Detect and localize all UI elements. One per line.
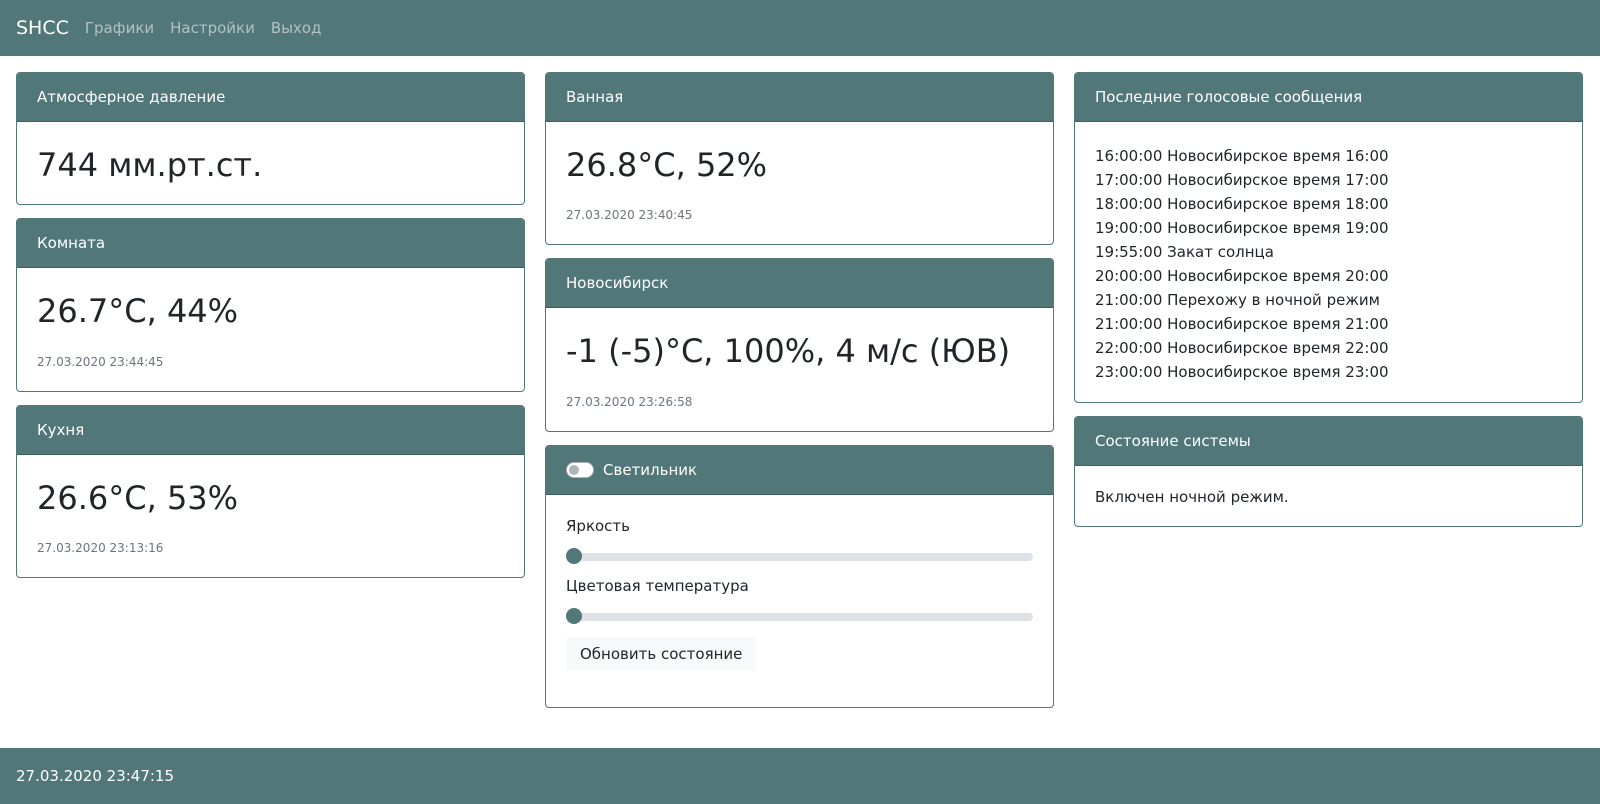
voice-message-item: 23:00:00 Новосибирское время 23:00 [1095,363,1389,381]
lamp-card-title: Светильник [603,460,698,479]
pressure-card: Атмосферное давление 744 мм.рт.ст. [16,72,525,206]
voice-message-item: 19:00:00 Новосибирское время 19:00 [1095,219,1389,237]
nav-link-settings[interactable]: Настройки [162,19,263,37]
voice-message-item: 19:55:00 Закат солнца [1095,243,1274,261]
room-timestamp: 27.03.2020 23:44:45 [37,354,164,369]
room-card-title: Комната [17,219,524,269]
column-middle: Ванная 26.8°C, 52% 27.03.2020 23:40:45 Н… [545,72,1054,708]
brand-link[interactable]: SHCC [16,17,69,39]
voice-message-item: 21:00:00 Новосибирское время 21:00 [1095,315,1389,333]
voice-messages-title: Последние голосовые сообщения [1075,73,1582,122]
color-temperature-label: Цветовая температура [566,576,749,595]
pressure-card-title: Атмосферное давление [17,73,524,122]
novosibirsk-value: -1 (-5)°C, 100%, 4 м/с (ЮВ) [566,332,1011,371]
voice-message-item: 16:00:00 Новосибирское время 16:00 [1095,147,1389,165]
lamp-toggle-switch[interactable] [566,461,594,478]
system-state-text: Включен ночной режим. [1095,488,1289,506]
bathroom-value: 26.8°C, 52% [566,146,768,184]
toggle-knob [569,464,579,475]
voice-message-item: 17:00:00 Новосибирское время 17:00 [1095,171,1389,189]
lamp-card-header: Светильник [546,445,1053,495]
kitchen-value: 26.6°C, 53% [37,478,239,517]
bathroom-card: Ванная 26.8°C, 52% 27.03.2020 23:40:45 [545,72,1054,246]
voice-message-item: 21:00:00 Перехожу в ночной режим [1095,291,1380,309]
color-temperature-slider[interactable] [566,607,1033,625]
kitchen-timestamp: 27.03.2020 23:13:16 [37,541,164,556]
voice-messages-card: Последние голосовые сообщения 16:00:00 Н… [1074,72,1583,403]
top-navbar: SHCC Графики Настройки Выход [0,0,1600,56]
pressure-value: 744 мм.рт.ст. [37,146,263,184]
novosibirsk-timestamp: 27.03.2020 23:26:58 [566,394,693,409]
voice-message-item: 18:00:00 Новосибирское время 18:00 [1095,195,1389,213]
voice-message-item: 22:00:00 Новосибирское время 22:00 [1095,339,1389,357]
brightness-slider[interactable] [566,547,1033,565]
color-temperature-slider-thumb[interactable] [566,607,582,624]
footer-datetime: 27.03.2020 23:47:15 [16,767,175,785]
bathroom-card-title: Ванная [546,73,1053,122]
room-card: Комната 26.7°C, 44% 27.03.2020 23:44:45 [16,218,525,392]
kitchen-card-title: Кухня [17,405,524,455]
kitchen-card: Кухня 26.6°C, 53% 27.03.2020 23:13:16 [16,404,525,579]
refresh-state-button[interactable]: Обновить состояние [566,636,757,671]
column-right: Последние голосовые сообщения 16:00:00 Н… [1074,72,1583,527]
novosibirsk-card: Новосибирск -1 (-5)°C, 100%, 4 м/с (ЮВ) … [545,258,1054,432]
color-temperature-slider-track [566,612,1033,621]
footer: 27.03.2020 23:47:15 [0,748,1600,804]
dashboard-grid: Атмосферное давление 744 мм.рт.ст. Комна… [16,72,1584,708]
column-left: Атмосферное давление 744 мм.рт.ст. Комна… [16,72,525,579]
nav-link-logout[interactable]: Выход [263,19,330,37]
novosibirsk-card-title: Новосибирск [546,259,1053,309]
lamp-card: Светильник Яркость Цветовая температура … [545,444,1054,708]
bathroom-timestamp: 27.03.2020 23:40:45 [566,208,693,223]
nav-link-charts[interactable]: Графики [77,19,162,37]
voice-messages-list: 16:00:00 Новосибирское время 16:00 17:00:… [1075,122,1582,402]
brightness-label: Яркость [566,516,631,535]
voice-message-item: 20:00:00 Новосибирское время 20:00 [1095,267,1389,285]
brightness-slider-track [566,552,1033,561]
brightness-slider-thumb[interactable] [566,547,582,564]
system-state-title: Состояние системы [1075,417,1582,466]
system-state-card: Состояние системы Включен ночной режим. [1074,416,1583,527]
room-value: 26.7°C, 44% [37,292,239,331]
